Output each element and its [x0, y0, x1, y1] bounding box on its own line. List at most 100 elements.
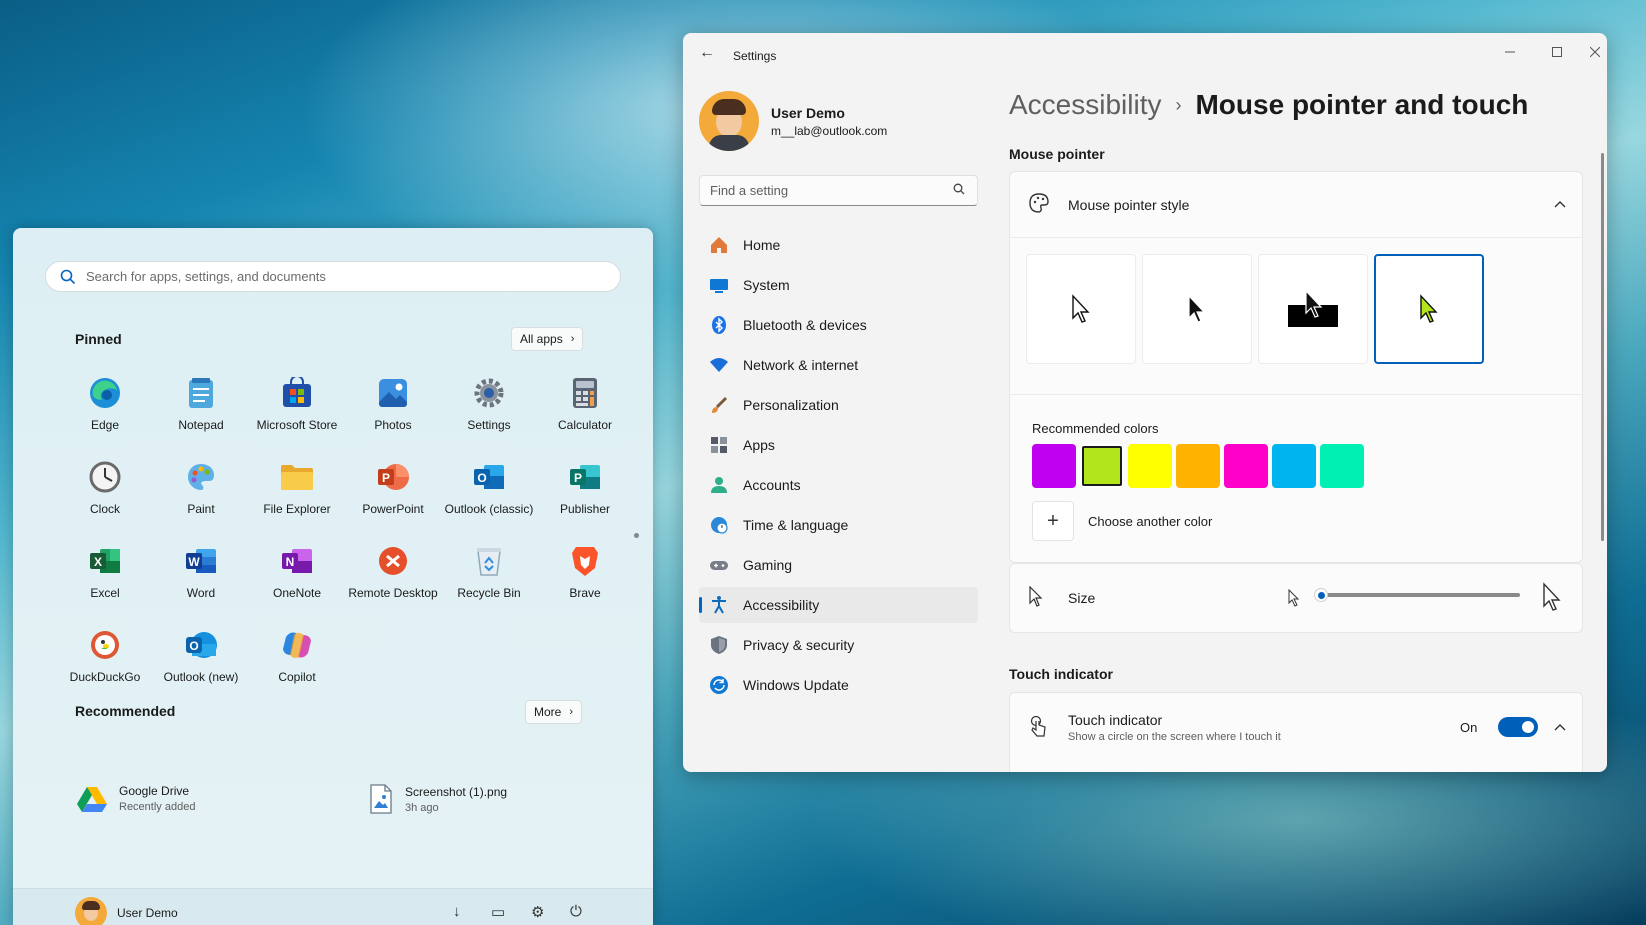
touch-indicator-toggle[interactable]: [1498, 717, 1538, 737]
footer-user-button[interactable]: User Demo: [75, 897, 178, 925]
pinned-app-clock[interactable]: Clock: [57, 456, 153, 540]
apps-icon: [709, 435, 729, 455]
pinned-app-notepad[interactable]: Notepad: [153, 372, 249, 456]
maximize-button[interactable]: [1537, 39, 1577, 65]
pinned-app-calculator[interactable]: Calculator: [537, 372, 633, 456]
pinned-app-paint[interactable]: Paint: [153, 456, 249, 540]
nav-item-home[interactable]: Home: [699, 227, 978, 263]
pinned-app-onenote[interactable]: N OneNote: [249, 540, 345, 624]
clock-icon: [88, 460, 122, 494]
download-icon[interactable]: ↓: [453, 903, 461, 920]
pinned-app-recycle-bin[interactable]: Recycle Bin: [441, 540, 537, 624]
pinned-app-label: File Explorer: [263, 502, 331, 516]
gear-icon[interactable]: ⚙: [531, 903, 544, 921]
notepad-icon: [184, 376, 218, 410]
breadcrumb-parent[interactable]: Accessibility: [1009, 89, 1161, 121]
pinned-app-outlook-new[interactable]: O Outlook (new): [153, 624, 249, 708]
pointer-style-inverted[interactable]: [1258, 254, 1368, 364]
color-swatch-orange[interactable]: [1176, 444, 1220, 488]
pointer-style-black[interactable]: [1142, 254, 1252, 364]
pinned-app-file-explorer[interactable]: File Explorer: [249, 456, 345, 540]
size-slider-thumb[interactable]: [1314, 588, 1328, 602]
chevron-up-icon[interactable]: [1554, 719, 1566, 734]
breadcrumb: Accessibility › Mouse pointer and touch: [1009, 89, 1528, 121]
pinned-app-powerpoint[interactable]: P PowerPoint: [345, 456, 441, 540]
accessibility-icon: [709, 595, 729, 615]
nav-item-network[interactable]: Network & internet: [699, 347, 978, 383]
user-profile[interactable]: User Demo m__lab@outlook.com: [699, 91, 887, 151]
start-search-box[interactable]: Search for apps, settings, and documents: [45, 261, 621, 292]
start-menu: Search for apps, settings, and documents…: [13, 228, 653, 925]
nav-item-personalization[interactable]: Personalization: [699, 387, 978, 423]
nav-item-accessibility[interactable]: Accessibility: [699, 587, 978, 623]
pinned-app-publisher[interactable]: P Publisher: [537, 456, 633, 540]
pinned-app-duckduckgo[interactable]: DuckDuckGo: [57, 624, 153, 708]
recommended-title-text: Screenshot (1).png: [405, 784, 508, 799]
find-setting-input[interactable]: Find a setting: [699, 175, 978, 206]
nav-item-privacy-security[interactable]: Privacy & security: [699, 627, 978, 663]
pinned-app-word[interactable]: W Word: [153, 540, 249, 624]
color-swatch-pink[interactable]: [1224, 444, 1268, 488]
remote-desktop-icon: [376, 544, 410, 578]
brush-icon: [709, 395, 729, 415]
pinned-app-photos[interactable]: Photos: [345, 372, 441, 456]
pointer-size-card: Size: [1009, 563, 1583, 633]
chevron-up-icon[interactable]: [1554, 196, 1566, 211]
power-icon[interactable]: ⏻: [570, 903, 582, 920]
more-button[interactable]: More ›: [525, 700, 583, 724]
recommended-item-google-drive[interactable]: Google Drive Recently added: [77, 784, 195, 813]
mouse-pointer-style-header[interactable]: Mouse pointer style: [1010, 172, 1582, 238]
pinned-app-label: Outlook (new): [163, 670, 239, 684]
pinned-app-microsoft-store[interactable]: Microsoft Store: [249, 372, 345, 456]
pinned-app-remote-desktop[interactable]: Remote Desktop: [345, 540, 441, 624]
close-button[interactable]: [1583, 39, 1607, 65]
pinned-app-edge[interactable]: Edge: [57, 372, 153, 456]
color-swatch-yellow[interactable]: [1128, 444, 1172, 488]
pointer-style-white[interactable]: [1026, 254, 1136, 364]
svg-text:O: O: [189, 639, 198, 653]
shield-icon: [709, 635, 729, 655]
pinned-app-settings[interactable]: Settings: [441, 372, 537, 456]
pinned-app-outlook-classic[interactable]: O Outlook (classic): [441, 456, 537, 540]
recommended-item-screenshot[interactable]: Screenshot (1).png 3h ago: [369, 784, 507, 814]
nav-item-windows-update[interactable]: Windows Update: [699, 667, 978, 703]
back-arrow-icon[interactable]: ←: [699, 44, 715, 62]
calculator-icon: [568, 376, 602, 410]
nav-item-accounts[interactable]: Accounts: [699, 467, 978, 503]
nav-item-system[interactable]: System: [699, 267, 978, 303]
pinned-page-indicator[interactable]: [634, 533, 639, 538]
nav-item-bluetooth[interactable]: Bluetooth & devices: [699, 307, 978, 343]
recycle-bin-icon: [472, 544, 506, 578]
nav-item-label: Accessibility: [743, 597, 820, 613]
outlook-new-icon: O: [184, 628, 218, 662]
chevron-right-icon: ›: [570, 333, 575, 345]
nav-item-gaming[interactable]: Gaming: [699, 547, 978, 583]
minimize-button[interactable]: [1490, 39, 1530, 65]
size-slider-track[interactable]: [1320, 593, 1520, 597]
nav-item-apps[interactable]: Apps: [699, 427, 978, 463]
image-file-icon: [370, 784, 392, 814]
settings-window: ← Settings User Demo m__lab@outlook.com …: [683, 33, 1607, 772]
recommended-title-text: Google Drive: [119, 784, 190, 798]
pointer-style-custom[interactable]: [1374, 254, 1484, 364]
choose-another-color-button[interactable]: +: [1032, 501, 1074, 541]
start-footer: User Demo ↓ ▭ ⚙ ⏻: [13, 888, 653, 925]
all-apps-button[interactable]: All apps ›: [511, 327, 584, 351]
pointer-palette-icon: [1028, 192, 1050, 219]
brave-icon: [568, 544, 602, 578]
choose-another-color-label[interactable]: Choose another color: [1088, 514, 1212, 529]
microsoft-store-icon: [280, 376, 314, 410]
pinned-app-excel[interactable]: X Excel: [57, 540, 153, 624]
color-swatch-purple[interactable]: [1032, 444, 1076, 488]
color-swatch-aqua[interactable]: [1320, 444, 1364, 488]
pinned-app-brave[interactable]: Brave: [537, 540, 633, 624]
nav-item-time-language[interactable]: Time & language: [699, 507, 978, 543]
content-scrollbar[interactable]: [1601, 153, 1604, 541]
chevron-right-icon: ›: [569, 706, 574, 718]
color-swatch-cyan[interactable]: [1272, 444, 1316, 488]
paint-icon: [184, 460, 218, 494]
pinned-app-copilot[interactable]: Copilot: [249, 624, 345, 708]
folder-icon[interactable]: ▭: [491, 903, 505, 921]
color-swatch-lime[interactable]: [1080, 444, 1124, 488]
close-icon: [1590, 47, 1600, 57]
